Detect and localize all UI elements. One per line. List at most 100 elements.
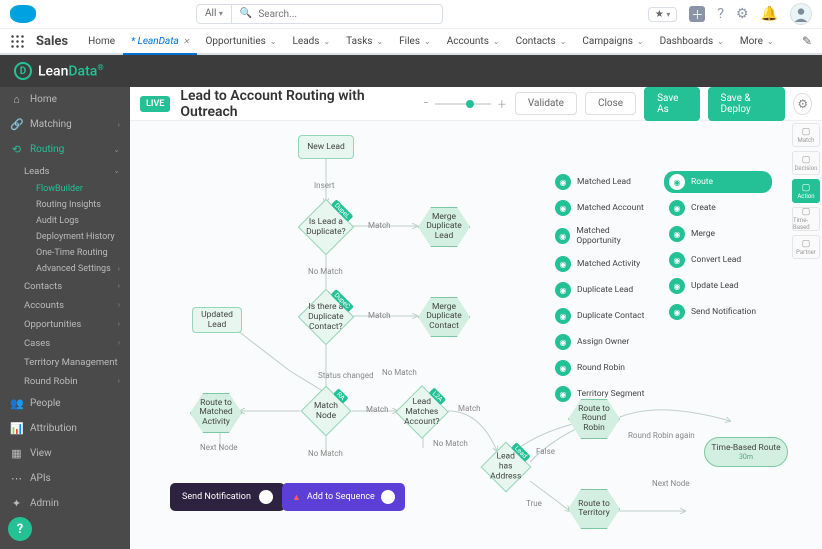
favorites-button[interactable]: ★ ▾ [648, 7, 677, 22]
close-button[interactable]: Close [585, 92, 636, 115]
chevron-down-icon: ⌄ [424, 37, 431, 46]
palette-send-notification[interactable]: ◉Send Notification [664, 301, 772, 323]
sidebar-routing[interactable]: ⟲Routing⌄ [0, 137, 130, 162]
chevron-down-icon: ⌄ [493, 37, 500, 46]
setup-icon[interactable]: ⚙ [736, 6, 749, 22]
rail-decision[interactable]: ▢Decision [792, 151, 820, 175]
dupc-icon: ◉ [555, 308, 571, 324]
rail-match[interactable]: ▢Match [792, 123, 820, 147]
palette-route[interactable]: ◉Route [664, 171, 772, 193]
node-route-matched-activity[interactable]: Route to Matched Activity [190, 393, 242, 433]
help-button[interactable]: ? [8, 517, 32, 541]
node-send-notification[interactable]: Send Notification [170, 483, 285, 511]
palette-assign-owner[interactable]: ◉Assign Owner [550, 331, 658, 353]
edge-rr-again: Round Robin again [628, 431, 695, 440]
notifications-icon[interactable]: 🔔 [761, 6, 778, 22]
nav-leandata[interactable]: * LeanData ✕ [123, 29, 197, 55]
sidebar-sub2-routing-insights[interactable]: Routing Insights [0, 197, 130, 213]
lead-icon: ◉ [555, 174, 571, 190]
palette-matched-account[interactable]: ◉Matched Account [550, 197, 658, 219]
sidebar-home[interactable]: ⌂Home [0, 87, 130, 112]
palette-territory-segment[interactable]: ◉Territory Segment [550, 383, 658, 405]
sidebar-sub2-audit-logs[interactable]: Audit Logs [0, 213, 130, 229]
sidebar-sub2-flowbuilder[interactable]: FlowBuilder [0, 181, 130, 197]
sidebar-sub-territory-management[interactable]: Territory Management [0, 353, 130, 372]
node-is-duplicate-contact[interactable]: Is there a Duplicate Contact?DupeC [298, 289, 355, 346]
node-route-round-robin[interactable]: Route to Round Robin [568, 399, 620, 439]
sidebar-sub-opportunities[interactable]: Opportunities› [0, 315, 130, 334]
chevron-down-icon: ⌄ [717, 37, 724, 46]
edge-match-1: Match [368, 221, 391, 230]
palette-duplicate-contact[interactable]: ◉Duplicate Contact [550, 305, 658, 327]
nav-more[interactable]: More ⌄ [732, 28, 782, 54]
node-lead-matches-account[interactable]: Lead Matches Account?L2A [395, 385, 449, 439]
palette-update-lead[interactable]: ◉Update Lead [664, 275, 772, 297]
nav-home[interactable]: Home [80, 28, 123, 54]
node-new-lead[interactable]: New Lead [298, 135, 354, 159]
nav-campaigns[interactable]: Campaigns ⌄ [574, 28, 651, 54]
edge-nomatch-3: No Match [308, 449, 343, 458]
sidebar-view[interactable]: ▦View [0, 441, 130, 466]
palette-create[interactable]: ◉Create [664, 197, 772, 219]
sidebar-sub2-one-time-routing[interactable]: One-Time Routing [0, 245, 130, 261]
edge-nomatch-2: No Match [382, 368, 417, 377]
sidebar-apis[interactable]: ⋯APIs [0, 466, 130, 491]
people-icon: 👥 [10, 397, 23, 410]
palette-convert-lead[interactable]: ◉Convert Lead [664, 249, 772, 271]
zoom-slider[interactable]: − ＋ [423, 96, 507, 111]
save-as-button[interactable]: Save As [644, 87, 699, 121]
palette-merge[interactable]: ◉Merge [664, 223, 772, 245]
palette-matched-opportunity[interactable]: ◉Matched Opportunity [550, 223, 658, 249]
node-lead-has-address[interactable]: Lead has AddressLead [481, 442, 532, 493]
search-scope[interactable]: All ▾ [197, 5, 232, 23]
edge-false: False [536, 447, 555, 456]
settings-icon[interactable]: ⚙ [793, 93, 812, 115]
sidebar-attribution[interactable]: 📊Attribution [0, 416, 130, 441]
node-merge-dup-contact[interactable]: Merge Duplicate Contact [418, 297, 470, 337]
search-input[interactable] [258, 9, 428, 20]
sidebar-matching[interactable]: 🔗Matching› [0, 112, 130, 137]
sidebar-sub-leads[interactable]: Leads⌄ [0, 162, 130, 181]
nav-contacts[interactable]: Contacts ⌄ [508, 28, 575, 54]
save-deploy-button[interactable]: Save & Deploy [708, 87, 786, 121]
validate-button[interactable]: Validate [515, 92, 577, 115]
node-add-to-sequence[interactable]: ▲Add to Sequence [282, 483, 405, 511]
palette-matched-lead[interactable]: ◉Matched Lead [550, 171, 658, 193]
sidebar-sub-round-robin[interactable]: Round Robin› [0, 372, 130, 391]
add-icon[interactable]: ＋ [689, 6, 705, 22]
edge-match-2: Match [368, 311, 391, 320]
nav-opportunities[interactable]: Opportunities ⌄ [197, 28, 284, 54]
sidebar-sub-cases[interactable]: Cases› [0, 334, 130, 353]
warning-icon: ▲ [292, 492, 301, 503]
help-icon[interactable]: ? [717, 6, 724, 22]
nav-dashboards[interactable]: Dashboards ⌄ [652, 28, 732, 54]
rail-time-based[interactable]: ▢Time-Based [792, 207, 820, 231]
chevron-icon: ⌄ [113, 145, 120, 154]
palette-duplicate-lead[interactable]: ◉Duplicate Lead [550, 279, 658, 301]
sidebar-people[interactable]: 👥People [0, 391, 130, 416]
palette-matched-activity[interactable]: ◉Matched Activity [550, 253, 658, 275]
nav-accounts[interactable]: Accounts ⌄ [439, 28, 508, 54]
app-launcher-icon[interactable] [10, 34, 24, 48]
palette-round-robin[interactable]: ◉Round Robin [550, 357, 658, 379]
node-updated-lead[interactable]: Updated Lead [192, 307, 242, 333]
sidebar-sub2-advanced-settings[interactable]: Advanced Settings › [0, 261, 130, 277]
chevron-down-icon: ⌄ [323, 37, 330, 46]
node-match-node[interactable]: Match NodeRA [301, 386, 352, 437]
node-route-territory[interactable]: Route to Territory [568, 489, 620, 529]
nav-files[interactable]: Files ⌄ [391, 28, 439, 54]
sidebar-sub2-deployment-history[interactable]: Deployment History [0, 229, 130, 245]
rail-partner[interactable]: ▢Partner [792, 235, 820, 259]
node-is-lead-duplicate[interactable]: Is Lead a Duplicate?DupeL [298, 199, 355, 256]
sidebar-sub-contacts[interactable]: Contacts› [0, 277, 130, 296]
node-time-based-route[interactable]: Time-Based Route30m [704, 437, 788, 467]
close-icon[interactable]: ✕ [183, 37, 190, 46]
rail-action[interactable]: ▢Action [792, 179, 820, 203]
sidebar-sub-accounts[interactable]: Accounts› [0, 296, 130, 315]
node-merge-dup-lead[interactable]: Merge Duplicate Lead [418, 207, 470, 247]
avatar[interactable] [790, 3, 812, 25]
edit-nav-icon[interactable]: ✎ [802, 34, 812, 48]
sidebar-admin[interactable]: ✦Admin [0, 491, 130, 516]
nav-tasks[interactable]: Tasks ⌄ [338, 28, 391, 54]
nav-leads[interactable]: Leads ⌄ [285, 28, 339, 54]
